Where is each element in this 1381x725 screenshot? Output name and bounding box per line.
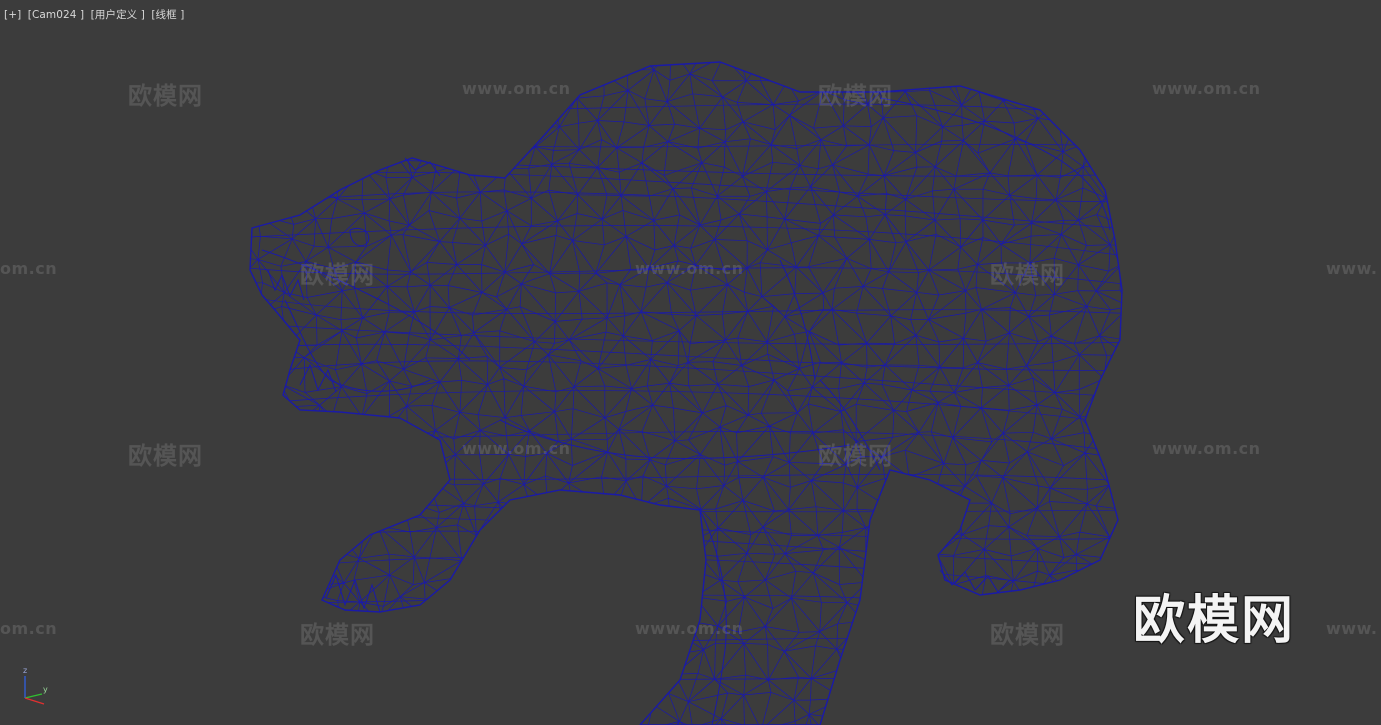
3d-viewport[interactable]: [+] [Cam024 ] [用户定义 ] [线框 ] 欧模网 www.om.c… [0,0,1381,725]
watermark-url: www.om.cn [462,439,571,458]
watermark-cn: 欧模网 [990,621,1065,649]
watermark-url-partial: om.cn [0,259,58,278]
watermark-cn: 欧模网 [128,442,203,470]
watermark-url: www.om.cn [462,79,571,98]
logo-overlay: 欧模网 [1133,591,1296,651]
watermark-cn: 欧模网 [990,261,1065,289]
watermark-url: www.om.cn [1152,79,1261,98]
watermark-url-partial: www. [1326,259,1378,278]
watermark-url: www.om.cn [635,619,744,638]
watermark-url: www.om.cn [1152,439,1261,458]
watermark-cn: 欧模网 [818,82,893,110]
watermark-cn: 欧模网 [300,621,375,649]
watermark-url: www.om.cn [635,259,744,278]
axis-y-label: y [43,685,48,694]
watermark-cn: 欧模网 [128,82,203,110]
watermark-cn: 欧模网 [300,261,375,289]
watermark-cn: 欧模网 [818,442,893,470]
axis-gizmo: z y [18,664,58,710]
watermark-url-partial: om.cn [0,619,58,638]
watermark-url-partial: www. [1326,619,1378,638]
axis-z-label: z [23,666,28,675]
